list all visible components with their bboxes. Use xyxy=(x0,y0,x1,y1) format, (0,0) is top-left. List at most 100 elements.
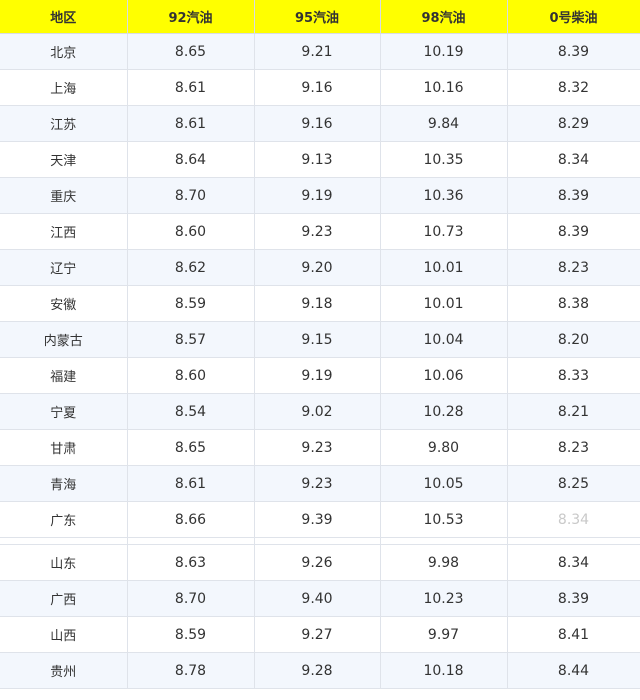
price-98-cell: 9.97 xyxy=(380,616,508,653)
price-diesel-cell: 8.34 xyxy=(507,501,640,538)
price-diesel-cell: 8.38 xyxy=(507,285,640,322)
price-diesel-cell: 8.23 xyxy=(507,249,640,286)
price-95-cell: 9.23 xyxy=(254,465,381,502)
price-95-cell: 9.39 xyxy=(254,501,381,538)
header-95-gasoline: 95汽油 xyxy=(254,0,381,34)
price-98-cell: 10.06 xyxy=(380,357,508,394)
price-98-cell: 9.80 xyxy=(380,429,508,466)
price-92-cell: 8.57 xyxy=(127,321,255,358)
fuel-price-table: 地区 92汽油 95汽油 98汽油 0号柴油 北京 8.65 9.21 10.1… xyxy=(0,0,640,689)
region-cell: 内蒙古 xyxy=(0,321,128,358)
price-92-cell: 8.61 xyxy=(127,105,255,142)
table-row: 重庆 8.70 9.19 10.36 8.39 xyxy=(0,177,640,214)
price-95-cell: 9.13 xyxy=(254,141,381,178)
region-cell: 江西 xyxy=(0,213,128,250)
table-header: 地区 92汽油 95汽油 98汽油 0号柴油 xyxy=(0,0,640,34)
gap-cell xyxy=(127,537,255,545)
table-row: 内蒙古 8.57 9.15 10.04 8.20 xyxy=(0,321,640,358)
table-row: 天津 8.64 9.13 10.35 8.34 xyxy=(0,141,640,178)
price-98-cell: 9.84 xyxy=(380,105,508,142)
price-98-cell: 9.98 xyxy=(380,544,508,581)
price-95-cell: 9.28 xyxy=(254,652,381,689)
price-92-cell: 8.64 xyxy=(127,141,255,178)
price-92-cell: 8.66 xyxy=(127,501,255,538)
table-row: 甘肃 8.65 9.23 9.80 8.23 xyxy=(0,429,640,466)
region-cell: 重庆 xyxy=(0,177,128,214)
table-row: 江西 8.60 9.23 10.73 8.39 xyxy=(0,213,640,250)
region-cell: 广东 xyxy=(0,501,128,538)
price-98-cell: 10.36 xyxy=(380,177,508,214)
table-row: 宁夏 8.54 9.02 10.28 8.21 xyxy=(0,393,640,430)
price-diesel-cell: 8.34 xyxy=(507,141,640,178)
gap-cell xyxy=(507,537,640,545)
price-95-cell: 9.16 xyxy=(254,105,381,142)
region-cell: 福建 xyxy=(0,357,128,394)
price-92-cell: 8.62 xyxy=(127,249,255,286)
price-92-cell: 8.65 xyxy=(127,429,255,466)
price-diesel-cell: 8.33 xyxy=(507,357,640,394)
price-95-cell: 9.16 xyxy=(254,69,381,106)
price-98-cell: 10.16 xyxy=(380,69,508,106)
region-cell: 江苏 xyxy=(0,105,128,142)
price-92-cell: 8.61 xyxy=(127,465,255,502)
region-cell: 辽宁 xyxy=(0,249,128,286)
header-row: 地区 92汽油 95汽油 98汽油 0号柴油 xyxy=(0,0,640,34)
price-diesel-cell: 8.21 xyxy=(507,393,640,430)
price-diesel-cell: 8.23 xyxy=(507,429,640,466)
price-diesel-cell: 8.20 xyxy=(507,321,640,358)
table-row: 广东 8.66 9.39 10.53 8.34 xyxy=(0,501,640,538)
table-row: 辽宁 8.62 9.20 10.01 8.23 xyxy=(0,249,640,286)
price-diesel-cell: 8.32 xyxy=(507,69,640,106)
table-row: 福建 8.60 9.19 10.06 8.33 xyxy=(0,357,640,394)
gap-cell xyxy=(380,537,508,545)
price-diesel-cell: 8.25 xyxy=(507,465,640,502)
price-98-cell: 10.53 xyxy=(380,501,508,538)
price-92-cell: 8.70 xyxy=(127,580,255,617)
region-cell: 天津 xyxy=(0,141,128,178)
price-92-cell: 8.59 xyxy=(127,285,255,322)
price-92-cell: 8.63 xyxy=(127,544,255,581)
price-diesel-cell: 8.34 xyxy=(507,544,640,581)
price-98-cell: 10.01 xyxy=(380,285,508,322)
price-95-cell: 9.21 xyxy=(254,33,381,70)
price-diesel-cell: 8.29 xyxy=(507,105,640,142)
region-cell: 安徽 xyxy=(0,285,128,322)
table-gap-row xyxy=(0,537,640,545)
region-cell: 广西 xyxy=(0,580,128,617)
table-row: 江苏 8.61 9.16 9.84 8.29 xyxy=(0,105,640,142)
price-95-cell: 9.20 xyxy=(254,249,381,286)
price-95-cell: 9.27 xyxy=(254,616,381,653)
table-row: 山东 8.63 9.26 9.98 8.34 xyxy=(0,544,640,581)
table-row: 青海 8.61 9.23 10.05 8.25 xyxy=(0,465,640,502)
price-diesel-cell: 8.39 xyxy=(507,177,640,214)
region-cell: 山东 xyxy=(0,544,128,581)
table-row: 上海 8.61 9.16 10.16 8.32 xyxy=(0,69,640,106)
price-95-cell: 9.15 xyxy=(254,321,381,358)
price-92-cell: 8.60 xyxy=(127,213,255,250)
price-92-cell: 8.61 xyxy=(127,69,255,106)
price-diesel-cell: 8.44 xyxy=(507,652,640,689)
price-98-cell: 10.05 xyxy=(380,465,508,502)
table-body: 北京 8.65 9.21 10.19 8.39 上海 8.61 9.16 10.… xyxy=(0,33,640,689)
table-row: 山西 8.59 9.27 9.97 8.41 xyxy=(0,616,640,653)
region-cell: 青海 xyxy=(0,465,128,502)
price-98-cell: 10.18 xyxy=(380,652,508,689)
price-95-cell: 9.23 xyxy=(254,213,381,250)
header-98-gasoline: 98汽油 xyxy=(380,0,508,34)
price-diesel-cell: 8.41 xyxy=(507,616,640,653)
region-cell: 北京 xyxy=(0,33,128,70)
price-98-cell: 10.35 xyxy=(380,141,508,178)
price-diesel-cell: 8.39 xyxy=(507,580,640,617)
table-row: 安徽 8.59 9.18 10.01 8.38 xyxy=(0,285,640,322)
price-92-cell: 8.60 xyxy=(127,357,255,394)
price-diesel-cell: 8.39 xyxy=(507,213,640,250)
header-92-gasoline: 92汽油 xyxy=(127,0,255,34)
price-98-cell: 10.04 xyxy=(380,321,508,358)
price-98-cell: 10.23 xyxy=(380,580,508,617)
gap-cell xyxy=(0,537,128,545)
region-cell: 宁夏 xyxy=(0,393,128,430)
price-95-cell: 9.19 xyxy=(254,177,381,214)
price-98-cell: 10.73 xyxy=(380,213,508,250)
price-92-cell: 8.59 xyxy=(127,616,255,653)
gap-cell xyxy=(254,537,381,545)
